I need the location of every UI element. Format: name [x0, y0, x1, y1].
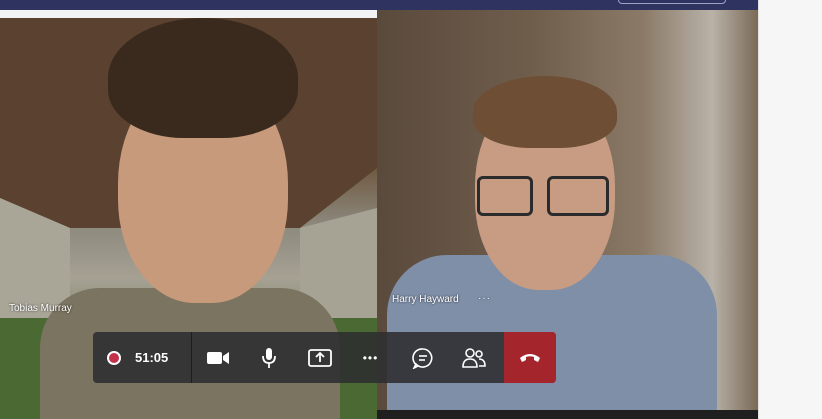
participant-glasses: [477, 176, 533, 216]
chat-icon: [411, 347, 432, 369]
hang-up-icon: [520, 353, 540, 362]
video-camera-icon: [206, 351, 229, 364]
participant-name-label: Harry Hayward: [392, 294, 459, 305]
more-actions-button[interactable]: •••: [345, 332, 396, 383]
participant-more-button[interactable]: ···: [478, 293, 491, 304]
microphone-icon: [261, 347, 276, 368]
call-timer: 51:05: [135, 350, 169, 365]
hang-up-button[interactable]: [504, 332, 556, 383]
share-screen-icon: [307, 348, 332, 367]
top-bar-tab-outline: [618, 0, 726, 4]
participant-name-label: Tobias Murray: [9, 303, 72, 314]
recording-indicator: 51:05: [93, 332, 191, 383]
more-options-icon: •••: [362, 350, 379, 365]
participant-hair: [108, 18, 298, 138]
participant-hair: [473, 76, 617, 148]
window-side-gutter: [758, 0, 822, 419]
tile-bottom-strip: [377, 410, 758, 419]
share-screen-button[interactable]: [294, 332, 345, 383]
chat-button[interactable]: [397, 332, 448, 383]
participants-icon: [461, 347, 486, 368]
camera-button[interactable]: [192, 332, 243, 383]
record-icon: [107, 350, 121, 365]
microphone-button[interactable]: [243, 332, 294, 383]
participant-glasses: [547, 176, 609, 216]
app-top-bar: [0, 0, 758, 10]
participants-button[interactable]: [448, 332, 499, 383]
tile-gap: [0, 10, 359, 18]
call-control-bar: 51:05 •••: [93, 332, 556, 383]
